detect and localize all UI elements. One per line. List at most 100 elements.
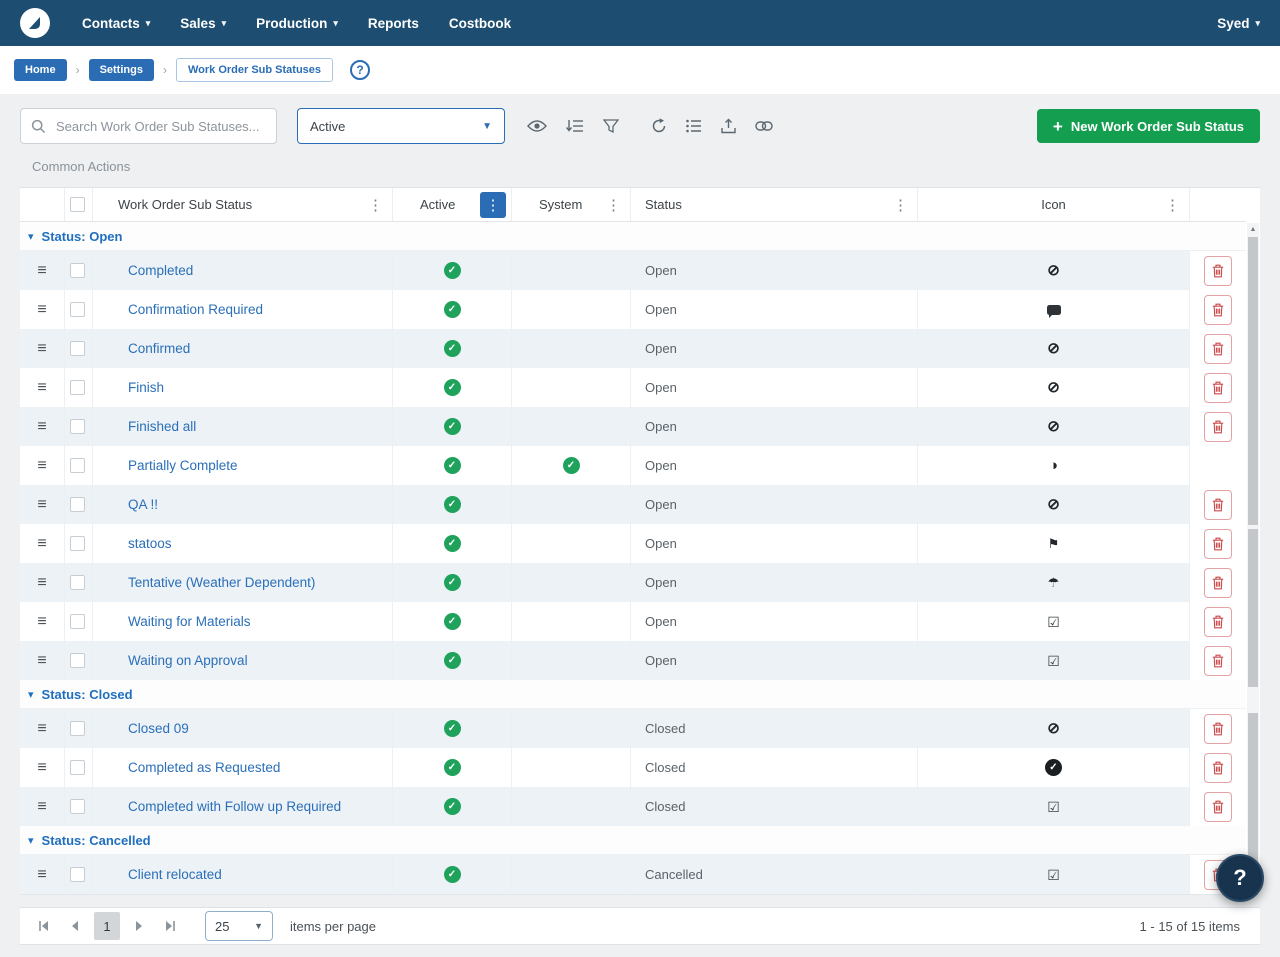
row-checkbox[interactable] (70, 458, 85, 473)
column-menu-icon[interactable]: ⋮ (884, 196, 917, 214)
drag-handle-icon[interactable]: ≡ (37, 497, 46, 513)
delete-button[interactable] (1204, 334, 1232, 364)
row-checkbox[interactable] (70, 614, 85, 629)
search-input[interactable] (54, 118, 266, 135)
collapse-caret-icon[interactable]: ▾ (28, 230, 34, 243)
row-name-link[interactable]: QA !! (128, 497, 158, 512)
drag-handle-icon[interactable]: ≡ (37, 653, 46, 669)
last-page-button[interactable] (158, 914, 182, 938)
floating-help-button[interactable]: ? (1216, 854, 1264, 902)
collapse-rows-icon[interactable] (566, 119, 584, 133)
row-checkbox[interactable] (70, 575, 85, 590)
drag-handle-icon[interactable]: ≡ (37, 419, 46, 435)
drag-handle-icon[interactable]: ≡ (37, 760, 46, 776)
row-checkbox[interactable] (70, 263, 85, 278)
row-checkbox[interactable] (70, 380, 85, 395)
drag-handle-icon[interactable]: ≡ (37, 867, 46, 883)
row-name-link[interactable]: Waiting for Materials (128, 614, 251, 629)
prev-page-button[interactable] (63, 914, 87, 938)
row-checkbox[interactable] (70, 497, 85, 512)
row-name-link[interactable]: Partially Complete (128, 458, 238, 473)
row-name-link[interactable]: Closed 09 (128, 721, 189, 736)
row-checkbox[interactable] (70, 760, 85, 775)
row-name-link[interactable]: Confirmation Required (128, 302, 263, 317)
drag-handle-icon[interactable]: ≡ (37, 380, 46, 396)
nav-reports[interactable]: Reports (368, 16, 419, 31)
row-name-link[interactable]: Confirmed (128, 341, 190, 356)
scrollbar-thumb[interactable] (1248, 237, 1258, 525)
eye-icon[interactable] (527, 119, 547, 133)
drag-handle-icon[interactable]: ≡ (37, 575, 46, 591)
drag-handle-icon[interactable]: ≡ (37, 263, 46, 279)
drag-handle-icon[interactable]: ≡ (37, 302, 46, 318)
delete-button[interactable] (1204, 568, 1232, 598)
delete-button[interactable] (1204, 373, 1232, 403)
scroll-up-icon[interactable]: ▲ (1247, 223, 1259, 235)
active-check-icon: ✓ (444, 798, 461, 815)
nav-sales[interactable]: Sales ▾ (180, 16, 226, 31)
first-page-button[interactable] (32, 914, 56, 938)
common-actions-link[interactable]: Common Actions (20, 144, 142, 187)
row-name-link[interactable]: Completed as Requested (128, 760, 280, 775)
nav-contacts[interactable]: Contacts ▾ (82, 16, 150, 31)
delete-button[interactable] (1204, 607, 1232, 637)
current-page-button[interactable]: 1 (94, 912, 120, 940)
delete-button[interactable] (1204, 753, 1232, 783)
user-menu[interactable]: Syed ▾ (1217, 16, 1260, 31)
column-menu-icon[interactable]: ⋮ (359, 196, 392, 214)
row-checkbox[interactable] (70, 653, 85, 668)
collapse-caret-icon[interactable]: ▾ (28, 688, 34, 701)
link-icon[interactable] (755, 121, 773, 131)
delete-button[interactable] (1204, 529, 1232, 559)
app-logo[interactable] (20, 8, 50, 38)
list-view-icon[interactable] (686, 119, 702, 133)
row-checkbox[interactable] (70, 302, 85, 317)
new-work-order-sub-status-button[interactable]: + New Work Order Sub Status (1037, 109, 1260, 143)
delete-button[interactable] (1204, 412, 1232, 442)
drag-handle-icon[interactable]: ≡ (37, 721, 46, 737)
row-checkbox[interactable] (70, 867, 85, 882)
filter-icon[interactable] (603, 119, 619, 133)
select-all-checkbox[interactable] (70, 197, 85, 212)
vertical-scrollbar[interactable]: ▲ (1247, 223, 1259, 894)
drag-handle-icon[interactable]: ≡ (37, 458, 46, 474)
breadcrumb-settings[interactable]: Settings (89, 59, 154, 81)
delete-button[interactable] (1204, 646, 1232, 676)
refresh-icon[interactable] (651, 118, 667, 134)
row-name-link[interactable]: statoos (128, 536, 172, 551)
row-name-link[interactable]: Completed with Follow up Required (128, 799, 341, 814)
collapse-caret-icon[interactable]: ▾ (28, 834, 34, 847)
column-menu-active-icon[interactable]: ⋮ (480, 192, 506, 218)
row-name-link[interactable]: Completed (128, 263, 193, 278)
page-help-icon[interactable]: ? (350, 60, 370, 80)
export-icon[interactable] (721, 118, 736, 134)
breadcrumb-home[interactable]: Home (14, 59, 67, 81)
page-size-dropdown[interactable]: 25 ▼ (205, 911, 273, 941)
delete-button[interactable] (1204, 714, 1232, 744)
scrollbar-thumb[interactable] (1248, 529, 1258, 687)
row-name-link[interactable]: Client relocated (128, 867, 222, 882)
row-name-link[interactable]: Waiting on Approval (128, 653, 248, 668)
nav-production[interactable]: Production ▾ (256, 16, 338, 31)
status-filter-dropdown[interactable]: Active ▼ (297, 108, 505, 144)
row-checkbox[interactable] (70, 341, 85, 356)
nav-costbook[interactable]: Costbook (449, 16, 511, 31)
drag-handle-icon[interactable]: ≡ (37, 341, 46, 357)
column-menu-icon[interactable]: ⋮ (1156, 196, 1189, 214)
row-checkbox[interactable] (70, 799, 85, 814)
delete-button[interactable] (1204, 490, 1232, 520)
column-menu-icon[interactable]: ⋮ (597, 196, 630, 214)
delete-button[interactable] (1204, 295, 1232, 325)
next-page-button[interactable] (127, 914, 151, 938)
drag-handle-icon[interactable]: ≡ (37, 799, 46, 815)
row-name-link[interactable]: Finish (128, 380, 164, 395)
row-checkbox[interactable] (70, 536, 85, 551)
drag-handle-icon[interactable]: ≡ (37, 614, 46, 630)
row-name-link[interactable]: Finished all (128, 419, 196, 434)
delete-button[interactable] (1204, 792, 1232, 822)
row-name-link[interactable]: Tentative (Weather Dependent) (128, 575, 315, 590)
drag-handle-icon[interactable]: ≡ (37, 536, 46, 552)
delete-button[interactable] (1204, 256, 1232, 286)
row-checkbox[interactable] (70, 721, 85, 736)
row-checkbox[interactable] (70, 419, 85, 434)
